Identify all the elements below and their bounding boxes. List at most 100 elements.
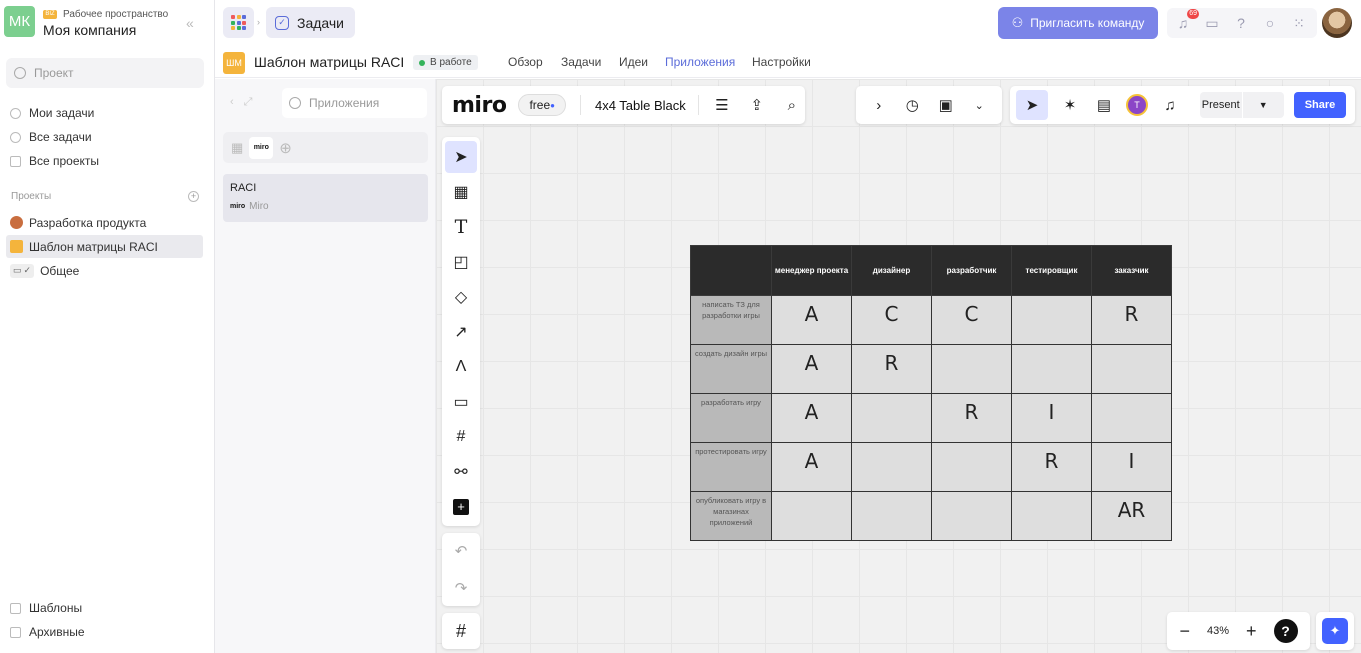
undo-icon[interactable]: ↶: [455, 542, 468, 560]
diagram-tool-icon[interactable]: ⚯: [445, 456, 477, 488]
miro-logo[interactable]: miro: [452, 93, 507, 118]
workspace-name[interactable]: Моя компания: [43, 22, 136, 38]
redo-icon[interactable]: ↷: [455, 579, 468, 597]
more-tools-icon[interactable]: +: [445, 491, 477, 523]
search-icon[interactable]: ⌕: [780, 93, 804, 117]
raci-cell: [1011, 344, 1092, 394]
tab-ideas[interactable]: Идеи: [619, 55, 648, 69]
templates-tool-icon[interactable]: ▦: [445, 176, 477, 208]
nav-templates[interactable]: Шаблоны: [10, 597, 205, 619]
collaborator-avatar[interactable]: T: [1126, 94, 1148, 116]
miro-share-bar: ➤ ✶ ▤ T ♫ Present ▼ Share: [1010, 86, 1355, 124]
zoom-out-icon[interactable]: −: [1179, 621, 1190, 642]
raci-table[interactable]: менеджер проекта дизайнер разработчик те…: [690, 245, 1172, 541]
plan-badge[interactable]: free ●: [518, 94, 566, 116]
ai-sparkle-icon[interactable]: ✦: [1322, 618, 1348, 644]
tab-overview[interactable]: Обзор: [508, 55, 543, 69]
video-icon[interactable]: ▣: [934, 93, 958, 117]
nav-all-projects[interactable]: Все проекты: [10, 150, 205, 172]
app-board-card[interactable]: RACI miro Miro: [223, 174, 428, 222]
folder-icon[interactable]: ▭: [1202, 13, 1222, 33]
grid-view-icon[interactable]: ▦: [231, 140, 243, 156]
raci-cell: A: [771, 295, 852, 345]
apps-tab-strip: ▦ miro ⊕: [223, 132, 428, 163]
zoom-controls: − 43% + ?: [1167, 612, 1310, 650]
timer-icon[interactable]: ◷: [900, 93, 924, 117]
sidebar-project-general[interactable]: ▭ ✓ Общее: [6, 259, 203, 282]
raci-task-label: опубликовать игру в магазинах приложений: [690, 491, 772, 541]
chevron-down-icon[interactable]: ▼: [1241, 92, 1285, 118]
notification-count-badge: 69: [1187, 9, 1199, 19]
raci-row: написать ТЗ для разработки игры A C C R: [690, 295, 1172, 345]
nav-my-tasks[interactable]: Мои задачи: [10, 102, 205, 124]
frames-panel-icon[interactable]: #: [442, 613, 480, 649]
help-icon[interactable]: ?: [1273, 619, 1298, 643]
task-check-icon: ✓: [275, 15, 289, 30]
apps-search-input[interactable]: Приложения: [282, 88, 427, 118]
apps-search-placeholder: Приложения: [309, 96, 380, 110]
select-tool-icon[interactable]: ➤: [445, 140, 477, 173]
breadcrumb-label: Задачи: [297, 14, 345, 31]
menu-icon[interactable]: ☰: [710, 93, 734, 117]
plan-dot-icon: ●: [550, 100, 555, 110]
bell-icon[interactable]: ♫ 69: [1173, 9, 1199, 33]
sidebar-project-product-dev[interactable]: Разработка продукта: [6, 211, 203, 234]
apps-dots-icon[interactable]: ⁙: [1289, 13, 1309, 33]
raci-cell: [931, 344, 1012, 394]
breadcrumb-tasks[interactable]: ✓ Задачи: [266, 7, 355, 38]
text-tool-icon[interactable]: T: [445, 211, 477, 243]
tab-tasks[interactable]: Задачи: [561, 55, 601, 69]
comments-icon[interactable]: ▤: [1092, 93, 1116, 117]
project-icon: ШМ: [223, 52, 245, 74]
present-button[interactable]: Present ▼: [1200, 92, 1284, 118]
pen-tool-icon[interactable]: Λ: [445, 351, 477, 383]
chevron-right-icon[interactable]: ›: [867, 93, 891, 117]
nav-all-tasks[interactable]: Все задачи: [10, 126, 205, 148]
raci-cell: A: [771, 344, 852, 394]
comment-tool-icon[interactable]: ▭: [445, 386, 477, 418]
raci-row: опубликовать игру в магазинах приложений…: [690, 491, 1172, 541]
user-avatar[interactable]: [1322, 8, 1352, 38]
workspace-avatar[interactable]: МК: [4, 6, 35, 37]
tab-settings[interactable]: Настройки: [752, 55, 811, 69]
expand-more-icon[interactable]: ⌄: [967, 93, 991, 117]
cursor-icon: ➤: [1025, 97, 1039, 114]
reactions-icon[interactable]: ✶: [1058, 93, 1082, 117]
bell-icon[interactable]: ♫: [1158, 93, 1182, 117]
board-name[interactable]: 4x4 Table Black: [595, 98, 686, 113]
check-circle-icon: [10, 131, 21, 143]
nav-archive[interactable]: Архивные: [10, 621, 205, 643]
sticky-note-tool-icon[interactable]: ◰: [445, 246, 477, 278]
raci-cell: [771, 491, 852, 541]
check-circle-icon: [10, 107, 21, 119]
cursor-pointer-button[interactable]: ➤: [1016, 90, 1048, 120]
apps-menu-button[interactable]: [223, 7, 254, 38]
miro-app-tab[interactable]: miro: [249, 136, 274, 159]
raci-cell: AR: [1091, 491, 1172, 541]
project-search-input[interactable]: Проект: [6, 58, 204, 88]
frame-tool-icon[interactable]: #: [445, 421, 477, 453]
add-app-icon[interactable]: ⊕: [279, 139, 292, 157]
expand-icon[interactable]: ⤢: [244, 96, 253, 109]
project-title[interactable]: Шаблон матрицы RACI: [254, 54, 404, 70]
export-icon[interactable]: ⇪: [745, 93, 769, 117]
back-icon[interactable]: ‹: [230, 96, 234, 109]
raci-cell: [1011, 295, 1092, 345]
search-icon[interactable]: ○: [1260, 13, 1280, 33]
shapes-tool-icon[interactable]: ◇: [445, 281, 477, 313]
zoom-in-icon[interactable]: +: [1246, 621, 1257, 642]
connection-line-tool-icon[interactable]: ↗: [445, 316, 477, 348]
share-button[interactable]: Share: [1294, 92, 1346, 118]
invite-label: Пригласить команду: [1030, 16, 1145, 30]
search-icon: [289, 97, 301, 109]
collapse-sidebar-icon[interactable]: «: [186, 15, 194, 31]
zoom-level[interactable]: 43%: [1207, 625, 1229, 637]
nav-label: Все проекты: [29, 154, 100, 168]
tab-apps[interactable]: Приложения: [665, 55, 735, 69]
project-status-badge[interactable]: В работе: [413, 55, 478, 70]
invite-team-button[interactable]: ⚇ Пригласить команду: [998, 7, 1158, 39]
sidebar-project-raci[interactable]: Шаблон матрицы RACI: [6, 235, 203, 258]
add-project-icon[interactable]: +: [188, 191, 199, 202]
help-icon[interactable]: ?: [1231, 13, 1251, 33]
raci-row: разработать игру A R I: [690, 393, 1172, 443]
